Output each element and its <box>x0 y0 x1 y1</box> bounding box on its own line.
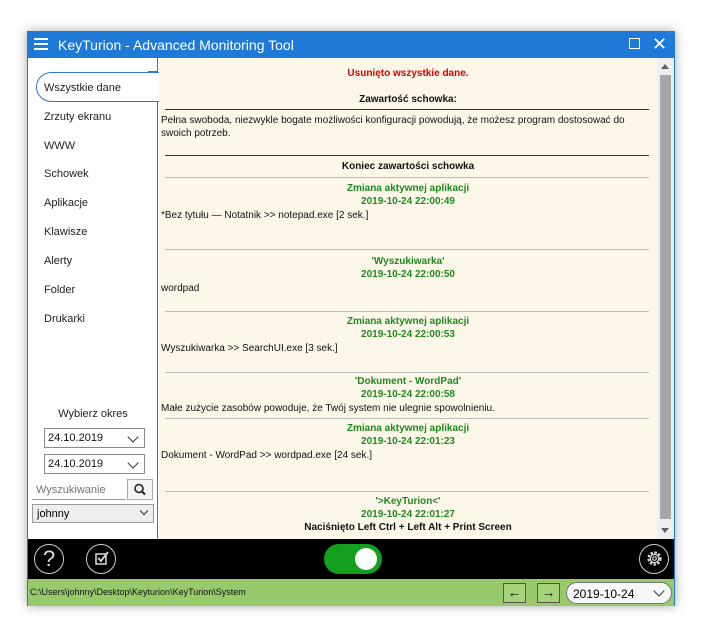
sidebar-item-folder[interactable]: Folder <box>44 284 75 296</box>
entry-time: 2019-10-24 22:00:49 <box>361 196 455 207</box>
entry-title: 'Dokument - WordPad' <box>354 376 462 387</box>
entry-detail: Naciśnięto Left Ctrl + Left Alt + Print … <box>304 522 512 533</box>
chevron-down-icon <box>653 585 665 597</box>
next-day-button[interactable]: → <box>537 583 560 603</box>
search-input[interactable] <box>32 481 126 500</box>
sidebar-item-all-data[interactable]: Wszystkie dane <box>44 82 121 94</box>
sidebar-item-keys[interactable]: Klawisze <box>44 226 87 238</box>
deleted-notice: Usunięto wszystkie dane. <box>347 68 469 79</box>
title-bar: KeyTurion - Advanced Monitoring Tool ✕ <box>28 32 674 58</box>
entry-time: 2019-10-24 22:00:50 <box>361 269 455 280</box>
divider <box>165 249 649 250</box>
divider <box>165 372 649 373</box>
clipboard-header: Zawartość schowka: <box>359 94 457 105</box>
entry-title: Zmiana aktywnej aplikacji <box>346 183 470 194</box>
active-tab-connector <box>148 58 158 72</box>
chevron-down-icon <box>127 431 139 443</box>
entry-title: '>KeyTurion<' <box>375 496 441 507</box>
entry-time: 2019-10-24 22:00:53 <box>361 329 455 340</box>
sidebar-item-screenshots[interactable]: Zrzuty ekranu <box>44 111 111 123</box>
bottom-toolbar: ? <box>28 539 674 579</box>
divider <box>165 418 649 419</box>
entry-time: 2019-10-24 22:01:23 <box>361 436 455 447</box>
entry-detail: wordpad <box>161 283 200 294</box>
entry-time: 2019-10-24 22:00:58 <box>361 389 455 400</box>
toggle-knob <box>355 548 377 570</box>
entry-detail: Dokument - WordPad >> wordpad.exe [24 se… <box>161 450 373 461</box>
close-button[interactable]: ✕ <box>652 33 667 55</box>
entry-detail: Małe zużycie zasobów powoduje, że Twój s… <box>161 403 495 414</box>
user-select-value: johnny <box>37 508 70 520</box>
user-select[interactable]: johnny <box>32 504 154 523</box>
divider <box>165 311 649 312</box>
entry-title: 'Wyszukiwarka' <box>371 256 445 267</box>
previous-day-button[interactable]: ← <box>503 583 526 603</box>
status-bar: C:\Users\johnny\Desktop\Keyturion\KeyTur… <box>28 579 674 606</box>
log-content: Usunięto wszystkie dane. Zawartość schow… <box>159 58 657 539</box>
divider <box>165 177 649 178</box>
maximize-button[interactable] <box>629 38 640 49</box>
sidebar-item-applications[interactable]: Aplikacje <box>44 197 88 209</box>
question-icon: ? <box>42 546 56 571</box>
divider <box>165 109 649 110</box>
sidebar-item-clipboard[interactable]: Schowek <box>44 168 89 180</box>
entry-time: 2019-10-24 22:01:27 <box>361 509 455 520</box>
date-from-picker[interactable]: 24.10.2019 <box>44 428 145 448</box>
sidebar-item-www[interactable]: WWW <box>44 140 75 152</box>
help-button[interactable]: ? <box>34 544 64 574</box>
date-to-picker[interactable]: 24.10.2019 <box>44 454 145 474</box>
entry-detail: *Bez tytułu — Notatnik >> notepad.exe [2… <box>161 210 369 221</box>
period-label: Wybierz okres <box>58 408 128 420</box>
clipboard-end: Koniec zawartości schowka <box>341 161 475 172</box>
vertical-scrollbar[interactable] <box>657 58 674 539</box>
sidebar-item-printers[interactable]: Drukarki <box>44 313 85 325</box>
hamburger-menu-icon[interactable] <box>34 38 48 52</box>
date-to-value: 24.10.2019 <box>48 458 104 470</box>
sidebar: Wszystkie dane Zrzuty ekranu WWW Schowek… <box>28 58 160 539</box>
search-button[interactable] <box>127 479 153 500</box>
scroll-thumb[interactable] <box>660 75 671 519</box>
monitoring-toggle[interactable] <box>324 544 382 574</box>
arrow-right-icon: → <box>541 584 556 600</box>
clipboard-text: Pełna swoboda, niezwykle bogate możliwoś… <box>161 115 625 139</box>
gear-icon <box>646 551 662 566</box>
scroll-up-arrow-icon[interactable] <box>661 64 669 69</box>
divider <box>165 155 649 156</box>
date-dropdown-value: 2019-10-24 <box>573 587 635 601</box>
sidebar-item-alerts[interactable]: Alerty <box>44 255 72 267</box>
date-from-value: 24.10.2019 <box>48 432 104 444</box>
entry-title: Zmiana aktywnej aplikacji <box>346 423 470 434</box>
window-title: KeyTurion - Advanced Monitoring Tool <box>58 37 294 53</box>
system-path: C:\Users\johnny\Desktop\Keyturion\KeyTur… <box>30 587 246 597</box>
chevron-down-icon <box>139 506 149 516</box>
settings-button[interactable] <box>639 544 669 574</box>
app-window: KeyTurion - Advanced Monitoring Tool ✕ W… <box>27 31 675 606</box>
entry-detail: Wyszukiwarka >> SearchUI.exe [3 sek.] <box>161 343 338 354</box>
arrow-left-icon: ← <box>507 584 522 600</box>
chevron-down-icon <box>127 457 139 469</box>
tasks-button[interactable] <box>86 544 116 574</box>
checkbox-icon <box>94 551 109 565</box>
date-dropdown[interactable]: 2019-10-24 <box>566 582 672 604</box>
scroll-down-arrow-icon[interactable] <box>661 528 669 533</box>
entry-title: Zmiana aktywnej aplikacji <box>346 316 470 327</box>
search-icon <box>134 483 146 496</box>
divider <box>165 491 649 492</box>
